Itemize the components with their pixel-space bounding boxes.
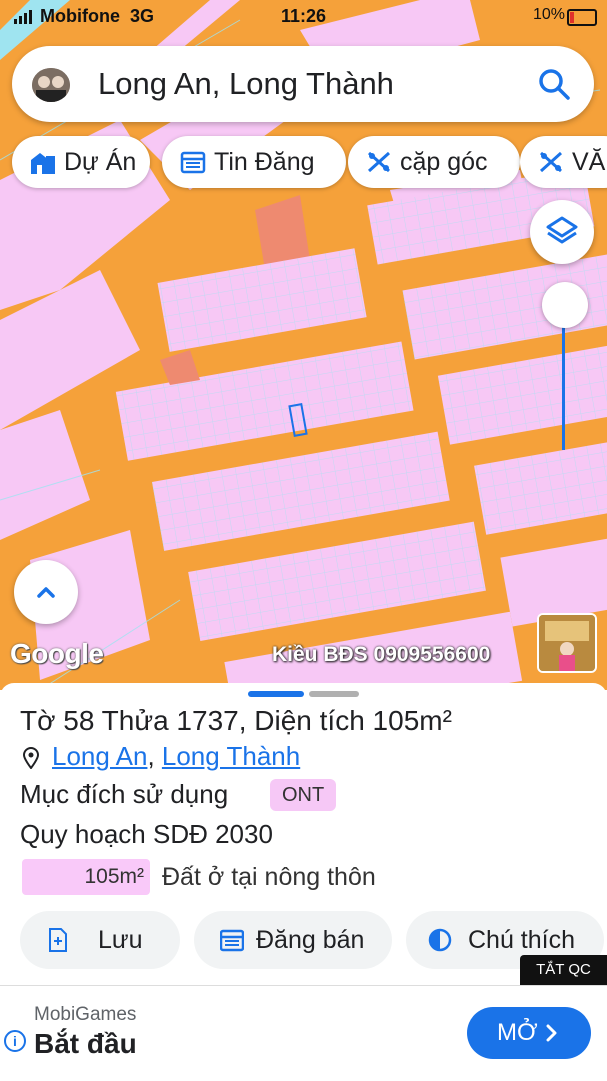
- calendar-icon: [180, 151, 206, 174]
- search-icon[interactable]: [536, 66, 572, 102]
- avatar[interactable]: [32, 68, 70, 102]
- purpose-code-badge: ONT: [270, 779, 337, 811]
- map-watermark: Kiều BĐS 0909556600: [272, 643, 491, 666]
- layers-icon: [546, 216, 578, 244]
- search-query[interactable]: Long An, Long Thành: [98, 66, 394, 102]
- purpose-label: Mục đích sử dụng: [20, 779, 229, 809]
- close-ad-button[interactable]: TẮT QC: [520, 955, 607, 985]
- ad-banner[interactable]: i MobiGames Bắt đầu MỞ: [0, 985, 607, 1081]
- pattern-icon: [367, 151, 391, 173]
- contrast-icon: [428, 928, 452, 952]
- province-link[interactable]: Long An: [52, 741, 147, 771]
- battery-percent: 10%: [532, 6, 565, 23]
- opacity-slider-track[interactable]: [562, 308, 565, 450]
- ad-headline: Bắt đầu: [34, 1028, 137, 1059]
- filter-chips: Dự Án Tin Đăng cặp góc VĂN: [12, 136, 607, 188]
- parcel-title: Tờ 58 Thửa 1737, Diện tích 105m²: [20, 705, 452, 736]
- district-link[interactable]: Long Thành: [162, 741, 300, 771]
- building-icon: [31, 153, 55, 174]
- calendar-icon: [220, 929, 244, 952]
- chip-du-an[interactable]: Dự Án: [12, 136, 150, 188]
- ad-brand: MobiGames: [34, 1004, 137, 1025]
- plan-label: Quy hoạch SDĐ 2030: [20, 819, 273, 849]
- pattern-icon: [539, 151, 563, 173]
- sheet-handle[interactable]: [309, 691, 359, 697]
- post-sale-button[interactable]: Đăng bán: [194, 911, 392, 969]
- chip-van[interactable]: VĂN: [520, 136, 607, 188]
- chevron-right-icon: [546, 1024, 557, 1042]
- legend-swatch: 105m²: [22, 859, 150, 895]
- expand-button[interactable]: [14, 560, 78, 624]
- battery-icon: [567, 9, 597, 26]
- info-icon[interactable]: i: [4, 1030, 26, 1052]
- legend-description: Đất ở tại nông thôn: [162, 863, 376, 891]
- sheet-handle-active[interactable]: [248, 691, 304, 697]
- bookmark-add-icon: [49, 928, 67, 952]
- chip-cap-goc[interactable]: cặp góc: [348, 136, 520, 188]
- layers-button[interactable]: [530, 200, 594, 264]
- google-logo: Google: [10, 638, 104, 669]
- chip-tin-dang[interactable]: Tin Đăng: [162, 136, 346, 188]
- ad-open-button[interactable]: MỞ: [467, 1007, 591, 1059]
- location-pin-icon: [22, 747, 40, 769]
- thumbnail-image[interactable]: [537, 613, 597, 673]
- save-button[interactable]: Lưu: [20, 911, 180, 969]
- search-bar[interactable]: Long An, Long Thành: [12, 46, 594, 122]
- parcel-info-sheet: Tờ 58 Thửa 1737, Diện tích 105m² Long An…: [0, 683, 607, 983]
- opacity-slider-handle[interactable]: [542, 282, 588, 328]
- status-bar: Mobifone 3G 11:26 10%: [0, 0, 607, 34]
- clock: 11:26: [280, 6, 327, 26]
- chevron-up-icon: [37, 587, 55, 598]
